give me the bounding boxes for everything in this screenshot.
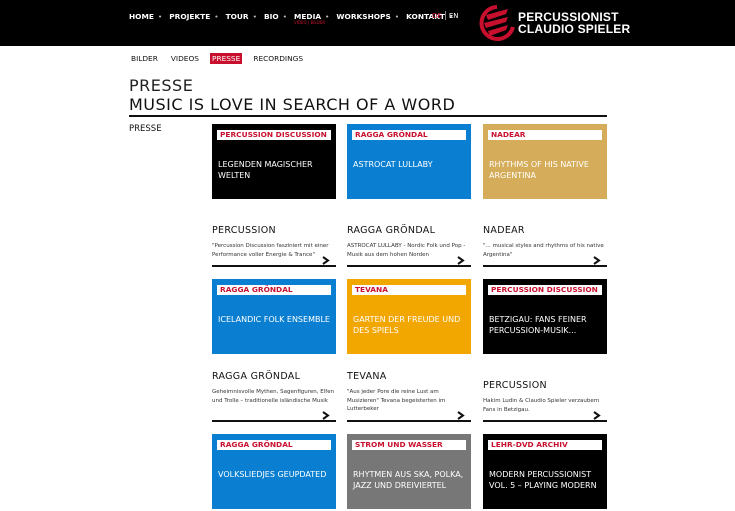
nav-media[interactable]: MEDIA • VIDEO | BILDER (294, 12, 329, 25)
tile-tag: STROM UND WASSER (352, 440, 466, 450)
media-subnav: BILDER VIDEOS PRESSE RECORDINGS (129, 53, 314, 64)
teaser-divider (483, 420, 607, 422)
press-tile[interactable]: RAGGA GRÖNDAL VOLKSLIEDJES GEUPDATED (212, 434, 336, 509)
press-tile[interactable]: RAGGA GRÖNDAL ASTROCAT LULLABY (347, 124, 471, 199)
nav-home[interactable]: HOME • (129, 12, 162, 21)
lang-en[interactable]: EN (449, 12, 459, 20)
press-teaser: NADEAR "... musical styles and rhythms o… (483, 225, 607, 259)
language-switch: DE EN (432, 11, 459, 20)
nav-media-sub: VIDEO | BILDER (294, 20, 326, 25)
press-tile[interactable]: NADEAR RHYTHMS OF HIS NATIVE ARGENTINA (483, 124, 607, 199)
press-teaser: TEVANA "Aus jeder Pore die reine Lust am… (347, 371, 471, 414)
read-more-arrow-icon[interactable] (593, 411, 601, 420)
read-more-arrow-icon[interactable] (593, 256, 601, 265)
teaser-heading[interactable]: PERCUSSION (212, 225, 336, 236)
subnav-recordings[interactable]: RECORDINGS (251, 53, 305, 64)
read-more-arrow-icon[interactable] (322, 256, 330, 265)
press-teaser: PERCUSSION "Percussion Discussion faszin… (212, 225, 336, 259)
title-divider (129, 115, 607, 117)
tile-tag: RAGGA GRÖNDAL (217, 285, 331, 295)
tile-title: LEGENDEN MAGISCHER WELTEN (218, 160, 313, 180)
teaser-heading[interactable]: PERCUSSION (483, 380, 607, 391)
tile-title: VOLKSLIEDJES GEUPDATED (218, 470, 327, 479)
press-teaser: RAGGA GRÖNDAL ASTROCAT LULLABY - Nordic … (347, 225, 471, 259)
tile-title: MODERN PERCUSSIONIST VOL. 5 – PLAYING MO… (489, 470, 597, 490)
teaser-heading[interactable]: NADEAR (483, 225, 607, 236)
teaser-divider (347, 265, 471, 267)
press-tile[interactable]: STROM UND WASSER RHYTMEN AUS SKA, POLKA,… (347, 434, 471, 509)
teaser-text: "Aus jeder Pore die reine Lust am Musizi… (347, 389, 446, 412)
teaser-text: "Percussion Discussion fasziniert mit ei… (212, 243, 329, 258)
logo-mark-icon[interactable] (478, 5, 516, 41)
tile-tag: RAGGA GRÖNDAL (352, 130, 466, 140)
press-tile[interactable]: LEHR-DVD ARCHIV MODERN PERCUSSIONIST VOL… (483, 434, 607, 509)
tile-title: ASTROCAT LULLABY (353, 160, 433, 169)
main-nav: HOME • PROJEKTE • TOUR • BIO • MEDIA • VIDEO |… (129, 12, 460, 25)
lang-divider (444, 11, 446, 20)
tile-tag: TEVANA (352, 285, 466, 295)
subnav-videos[interactable]: VIDEOS (169, 53, 201, 64)
teaser-text: "... musical styles and rhythms of his n… (483, 243, 604, 258)
teaser-divider (483, 265, 607, 267)
subnav-bilder[interactable]: BILDER (129, 53, 160, 64)
nav-workshops[interactable]: WORKSHOPS • (336, 12, 399, 21)
tile-title: RHYTHMS OF HIS NATIVE ARGENTINA (489, 160, 589, 180)
nav-bio[interactable]: BIO • (264, 12, 287, 21)
teaser-heading[interactable]: TEVANA (347, 371, 471, 382)
tile-tag: NADEAR (488, 130, 602, 140)
read-more-arrow-icon[interactable] (457, 411, 465, 420)
press-tile[interactable]: TEVANA GARTEN DER FREUDE UND DES SPIELS (347, 279, 471, 354)
press-tile[interactable]: PERCUSSION DISCUSSION LEGENDEN MAGISCHER… (212, 124, 336, 199)
teaser-divider (212, 265, 336, 267)
nav-tour[interactable]: TOUR • (226, 12, 257, 21)
tile-tag: LEHR-DVD ARCHIV (488, 440, 602, 450)
press-tile[interactable]: RAGGA GRÖNDAL ICELANDIC FOLK ENSEMBLE (212, 279, 336, 354)
teaser-divider (347, 420, 471, 422)
teaser-text: Geheimnisvolle Mythen, Sagenfiguren, Elf… (212, 389, 335, 404)
teaser-text: ASTROCAT LULLABY - Nordic Folk und Pop -… (347, 243, 466, 258)
teaser-divider (212, 420, 336, 422)
nav-projekte[interactable]: PROJEKTE • (169, 12, 218, 21)
tile-tag: RAGGA GRÖNDAL (217, 440, 331, 450)
logo-text[interactable]: PERCUSSIONIST CLAUDIO SPIELER (518, 11, 630, 35)
press-teaser: RAGGA GRÖNDAL Geheimnisvolle Mythen, Sag… (212, 371, 336, 405)
subnav-presse[interactable]: PRESSE (209, 53, 243, 64)
press-tile[interactable]: PERCUSSION DISCUSSION BETZIGAU: FANS FEI… (483, 279, 607, 354)
tile-title: GARTEN DER FREUDE UND DES SPIELS (353, 315, 461, 335)
tile-tag: PERCUSSION DISCUSSION (488, 285, 602, 295)
page-subtitle: MUSIC IS LOVE IN SEARCH OF A WORD (129, 95, 456, 114)
page-title: PRESSE (129, 76, 194, 95)
teaser-heading[interactable]: RAGGA GRÖNDAL (212, 371, 336, 382)
tile-title: RHYTMEN AUS SKA, POLKA, JAZZ UND DREIVIE… (353, 470, 464, 490)
top-bar: HOME • PROJEKTE • TOUR • BIO • MEDIA • VIDEO |… (0, 0, 735, 46)
teaser-text: Hakim Ludin & Claudio Spieler verzaubern… (483, 398, 600, 413)
tile-tag: PERCUSSION DISCUSSION (217, 130, 331, 140)
logo-line-2: CLAUDIO SPIELER (518, 22, 631, 36)
lang-de[interactable]: DE (432, 12, 442, 20)
section-label: PRESSE (129, 124, 162, 134)
read-more-arrow-icon[interactable] (457, 256, 465, 265)
tile-title: ICELANDIC FOLK ENSEMBLE (218, 315, 330, 324)
tile-title: BETZIGAU: FANS FEINER PERCUSSION-MUSIK..… (489, 315, 587, 335)
read-more-arrow-icon[interactable] (322, 411, 330, 420)
teaser-heading[interactable]: RAGGA GRÖNDAL (347, 225, 471, 236)
press-teaser: PERCUSSION Hakim Ludin & Claudio Spieler… (483, 380, 607, 414)
